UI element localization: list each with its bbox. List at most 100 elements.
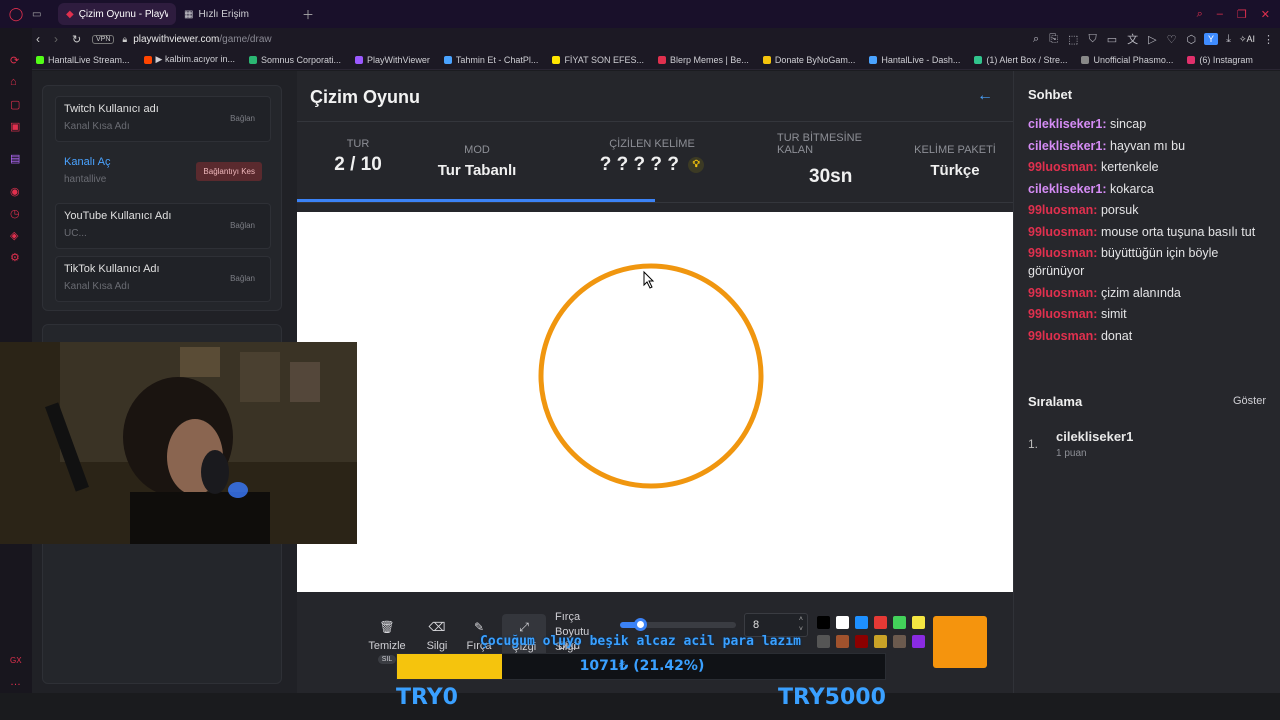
youtube-username-field[interactable]: UC... [64, 228, 87, 239]
time-stat: TUR BİTMESİNE KALAN 30sn [777, 132, 862, 187]
twitch-username-field[interactable]: Kanal Kısa Adı [64, 121, 130, 132]
back-icon[interactable]: ‹ [36, 32, 54, 46]
mouse-cursor-icon [643, 270, 655, 289]
bookmark[interactable]: PlayWithViewer [355, 55, 430, 65]
slider-handle[interactable] [634, 618, 647, 631]
tab-draw-game[interactable]: ◆ Çizim Oyunu - PlayWithVi [58, 3, 176, 25]
color-swatch[interactable] [893, 635, 906, 648]
stepper-icon[interactable]: ˄ ˅ [799, 615, 803, 635]
round-progress-bar [297, 199, 655, 202]
crop-icon[interactable]: ⬚ [1068, 33, 1078, 46]
sidebar-more-icon[interactable]: … [10, 676, 21, 688]
tiktok-connect-button[interactable]: Bağlan [223, 269, 262, 288]
trash-icon: 🗑︎ [379, 620, 395, 634]
shield-icon[interactable]: ⛉ [1088, 33, 1096, 46]
bookmark[interactable]: (6) Instagram [1187, 55, 1253, 65]
menu-icon[interactable]: ⋮ [1263, 33, 1274, 46]
chat-message: 99luosman: mouse orta tuşuna basılı tut [1028, 224, 1256, 239]
vpn-badge[interactable]: VPN [92, 34, 115, 44]
color-swatch[interactable] [912, 635, 925, 648]
word-stat: ÇİZİLEN KELİME ? ? ? ? ? 💡︎ [592, 138, 712, 176]
lock-icon: 🔒︎ [122, 33, 128, 44]
chat-messages: cilekliseker1: sincap cilekliseker1: hay… [1028, 115, 1268, 348]
sidebar-player-icon[interactable]: ◉ [10, 185, 20, 198]
maximize-button[interactable]: ❐ [1237, 8, 1247, 21]
disconnect-button[interactable]: Bağlantıyı Kes [196, 162, 262, 181]
clear-shortcut-badge: SIL [377, 655, 397, 664]
sidebar-gx-icon[interactable]: GX [10, 656, 22, 665]
bookmark[interactable]: Unofficial Phasmo... [1081, 55, 1173, 65]
close-window-button[interactable]: ✕ [1261, 8, 1270, 21]
minimize-button[interactable]: – [1217, 8, 1223, 20]
forward-icon[interactable]: › [54, 32, 72, 46]
sidebar-settings-icon[interactable]: ⚙ [10, 251, 20, 264]
color-swatch[interactable] [855, 616, 868, 629]
bookmark[interactable]: (1) Alert Box / Stre... [974, 55, 1067, 65]
browser-tab-bar: ◯ ▭ ◆ Çizim Oyunu - PlayWithVi ▦ Hızlı E… [0, 0, 1280, 28]
sidebar-aria-icon[interactable]: ⟳ [10, 54, 19, 67]
youtube-connect-button[interactable]: Bağlan [223, 216, 262, 235]
sidebar-bag-icon[interactable]: ⌂ [10, 76, 17, 88]
bookmark[interactable]: Blerp Memes | Be... [657, 55, 749, 65]
tab-list-icon[interactable]: ▭ [32, 9, 52, 20]
bookmark[interactable]: Donate ByNoGam... [762, 55, 855, 65]
donation-goal-text: 1071₺ (21.42%) [579, 658, 705, 674]
donation-goal-bar: 1071₺ (21.42%) [396, 653, 886, 680]
heart-icon[interactable]: ♡ [1167, 33, 1177, 46]
color-swatch[interactable] [874, 616, 887, 629]
tab-speed-dial[interactable]: ▦ Hızlı Erişim [176, 3, 296, 25]
color-swatch[interactable] [893, 616, 906, 629]
page-title: Çizim Oyunu [310, 87, 421, 107]
new-tab-button[interactable]: ＋ [302, 6, 314, 23]
color-swatch[interactable] [836, 635, 849, 648]
brush-size-slider[interactable] [620, 618, 736, 631]
sidebar-twitch-icon[interactable]: ▤ [10, 152, 20, 165]
extensions-icon[interactable]: ⬡ [1186, 33, 1196, 46]
bookmark[interactable]: FİYAT SON EFES... [552, 55, 644, 65]
back-arrow-icon[interactable]: ← [977, 87, 993, 105]
tiktok-username-field[interactable]: Kanal Kısa Adı [64, 281, 130, 292]
aria-ai-button[interactable]: ✧AI [1239, 34, 1255, 45]
color-swatch[interactable] [817, 635, 830, 648]
chat-message: cilekliseker1: kokarca [1028, 181, 1154, 196]
bookmark[interactable]: Somnus Corporati... [249, 55, 341, 65]
webcam-feed [0, 342, 357, 544]
url-host[interactable]: playwithviewer.com [133, 34, 219, 45]
chat-message: cilekliseker1: hayvan mı bu [1028, 138, 1186, 153]
wallet-icon[interactable]: ▭ [1107, 33, 1117, 46]
color-swatch[interactable] [874, 635, 887, 648]
color-swatch[interactable] [912, 616, 925, 629]
drawing-canvas[interactable] [297, 212, 1013, 592]
bookmark[interactable]: HantalLive Stream... [36, 55, 130, 65]
rank-points: 1 puan [1056, 448, 1087, 459]
play-icon[interactable]: ▷ [1148, 33, 1156, 46]
color-swatch[interactable] [855, 635, 868, 648]
address-bar: ‹ › ↻ VPN 🔒︎ playwithviewer.com/game/dra… [32, 28, 1280, 50]
drawn-circle [538, 263, 764, 489]
chat-title: Sohbet [1028, 87, 1073, 102]
url-path[interactable]: /game/draw [219, 34, 271, 45]
snapshot-icon[interactable]: ⎘ [1049, 33, 1058, 46]
ranking-show-button[interactable]: Göster [1233, 395, 1266, 407]
color-swatch[interactable] [817, 616, 830, 629]
profile-badge[interactable]: Y [1204, 33, 1219, 45]
bookmark[interactable]: Tahmin Et - ChatPl... [443, 55, 538, 65]
opera-logo-icon[interactable]: ◯ [0, 6, 32, 22]
twitch-connect-button[interactable]: Bağlan [223, 109, 262, 128]
bookmark[interactable]: HantalLive - Dash... [869, 55, 960, 65]
zoom-icon[interactable]: ⌕ [1033, 33, 1039, 46]
sidebar-pin-icon[interactable]: ◈ [10, 229, 18, 242]
translate-icon[interactable]: 文 [1127, 31, 1138, 47]
download-icon[interactable]: ⤓ [1226, 33, 1231, 46]
color-swatch[interactable] [836, 616, 849, 629]
reload-icon[interactable]: ↻ [72, 33, 92, 46]
sidebar-messenger-icon[interactable]: ▢ [10, 98, 20, 111]
bottom-strip [0, 693, 1280, 720]
hint-bulb-icon[interactable]: 💡︎ [688, 156, 705, 173]
hidden-word: ? ? ? ? ? [599, 154, 679, 175]
sidebar-history-icon[interactable]: ◷ [10, 207, 20, 220]
bookmark[interactable]: ▶ kalbim.acıyor in... [143, 54, 235, 65]
search-tabs-icon[interactable]: ⌕ [1197, 8, 1203, 21]
selected-color-preview[interactable] [933, 616, 987, 668]
sidebar-instagram-icon[interactable]: ▣ [10, 120, 20, 133]
